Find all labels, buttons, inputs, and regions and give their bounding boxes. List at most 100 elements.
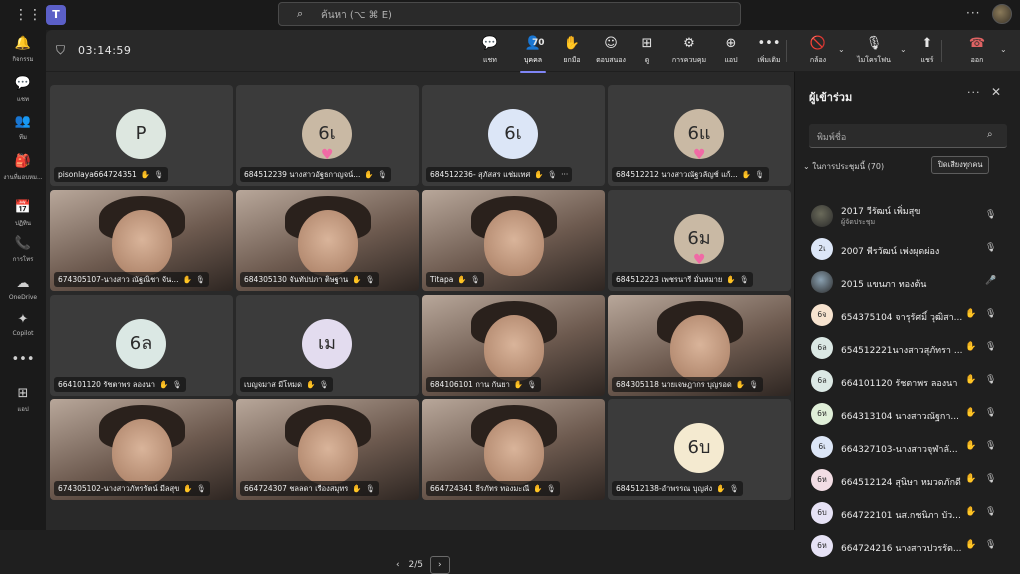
mic-off-icon[interactable]: 🎙 (985, 342, 996, 352)
participant-row[interactable]: 6ล 654512221นางสาวสุภัทรา ... ✋ 🎙 (795, 332, 1020, 365)
toolbar-people-button[interactable]: 👤 70 บุคคล (516, 36, 550, 73)
mic-off-icon[interactable]: 🎙 (985, 210, 996, 220)
toolbar-label: เพิ่มเติม (757, 56, 781, 64)
participant-tile[interactable]: 684305130 จันทัปปภา ติษฐาน ✋ 🎙 (236, 190, 419, 291)
participant-tile[interactable]: 684305118 นายเจษฎากร บุญรอด ✋ 🎙 (608, 295, 791, 396)
participant-name: 664722101 นส.กชนิภา บัว... (841, 511, 961, 521)
mic-off-icon[interactable]: 🎙 (985, 408, 996, 418)
participant-tile[interactable]: 664724307 ชลลดา เรืองสมุทร ✋ 🎙 (236, 399, 419, 500)
rail-item-chat[interactable]: 💬 แชท (0, 76, 46, 104)
profile-avatar[interactable] (992, 4, 1012, 24)
mic-off-icon[interactable]: 🎙 (985, 309, 996, 319)
participant-row[interactable]: 2017 วีรัฒน์ เพิ่มสุข ผู้จัดประชุม 🎙 (795, 200, 1020, 233)
participant-row[interactable]: 2015 แขนภา ทองต้น 🎤 (795, 266, 1020, 299)
mic-off-icon[interactable]: 🎙 (985, 375, 996, 385)
toolbar-leave-button[interactable]: ☎ ออก (962, 36, 992, 66)
participant-name: 2007 พีรวัฒน์ เพ่งผุดผ่อง (841, 247, 940, 257)
rail-item-copilot[interactable]: ✦ Copilot (0, 312, 46, 337)
participant-tile[interactable]: 684106101 กาน กันยา ✋ 🎙 (422, 295, 605, 396)
raise-hand-icon: ✋ (364, 170, 374, 179)
participant-tile[interactable]: 6แ ♥ 684512212 นางสาวณัฐวลัญช์ แก้... ✋ 🎙 (608, 85, 791, 186)
participant-tile[interactable]: 6ม ♥ 684512223 เพชรนารี มั่นหมาย ✋ 🎙 (608, 190, 791, 291)
heart-reaction-icon: ♥ (693, 147, 706, 163)
participant-avatar: 6เ (488, 109, 538, 159)
teams-logo-icon[interactable]: T (46, 5, 66, 25)
rail-item-onedrive[interactable]: ☁ OneDrive (0, 276, 46, 301)
toolbar-chat-button[interactable]: 💬 แชท (474, 36, 506, 66)
chat-icon: 💬 (14, 76, 32, 91)
more-options-icon[interactable]: ··· (966, 6, 980, 20)
mic-off-icon[interactable]: 🎙 (985, 474, 996, 484)
people-count: 70 (532, 38, 545, 48)
participant-row[interactable]: 6ล 664101120 รัชตาพร ลองนา ✋ 🎙 (795, 365, 1020, 398)
participant-tile[interactable]: 6เ ♥ 684512239 นางสาวอัฐธกาญจน์... ✋ 🎙 (236, 85, 419, 186)
video-feed-face (483, 419, 544, 486)
participant-row[interactable]: 6ห 664724216 นางสาวปวรรัต... ✋ 🎙 (795, 530, 1020, 563)
close-icon[interactable]: ✕ (991, 85, 1001, 99)
leave-options-caret-icon[interactable]: ⌄ (1000, 45, 1007, 54)
participant-name-tag: 664724341 ธีรภัทร ทองมะณี ✋ 🎙 (426, 481, 561, 496)
mute-all-button[interactable]: ปิดเสียงทุกคน (931, 156, 990, 174)
participant-row[interactable]: 6ห 664512124 สุนิษา หมวดภักดี ✋ 🎙 (795, 464, 1020, 497)
mic-off-icon: 🎙 (154, 170, 164, 179)
rail-item-apps[interactable]: ⊞ แอป (0, 386, 46, 414)
participant-tile[interactable]: 6บ 684512138-อำพรรณ บุญส่ง ✋ 🎙 (608, 399, 791, 500)
participant-name-tag: 684512212 นางสาวณัฐวลัญช์ แก้... ✋ 🎙 (612, 167, 769, 182)
mic-off-icon[interactable]: 🎙 (985, 507, 996, 517)
participant-row[interactable]: 6จ 654375104 จารุรัศมิ์ วุฒิสา... ✋ 🎙 (795, 299, 1020, 332)
participant-name: 2015 แขนภา ทองต้น (841, 280, 927, 290)
mic-off-icon: 🎙 (319, 380, 329, 389)
participant-search-input[interactable]: พิมพ์ชื่อ ⌕ (809, 124, 1007, 148)
toolbar-view-button[interactable]: ⊞ ดู (636, 36, 658, 66)
participant-tile[interactable]: Ppisonlaya664724351 ✋ 🎙 (50, 85, 233, 186)
participant-tile[interactable]: 6เ 684512236- สุภัสสร แช่มเทศ ✋ 🎙 ··· (422, 85, 605, 186)
section-toggle[interactable]: ⌄ ในการประชุมนี้ (70) (803, 160, 884, 173)
mic-options-caret-icon[interactable]: ⌄ (900, 45, 907, 54)
mic-off-icon: 🎙 (195, 275, 206, 284)
prev-page-icon[interactable]: ‹ (396, 560, 400, 570)
app-launcher-icon[interactable]: ⋮⋮⋮ (14, 7, 56, 23)
participant-row[interactable]: 6ห 664313104 นางสาวณัฐกา... ✋ 🎙 (795, 398, 1020, 431)
toolbar-share-button[interactable]: ⬆ แชร์ (912, 36, 942, 66)
rail-item-bell[interactable]: 🔔 กิจกรรม (0, 36, 46, 64)
toolbar-raise-button[interactable]: ✋ ยกมือ (558, 36, 586, 66)
rail-item-calendar[interactable]: 📅 ปฏิทิน (0, 200, 46, 228)
mic-off-icon[interactable]: 🎙 (985, 243, 996, 253)
participant-avatar: 6บ (674, 423, 724, 473)
toolbar-more-button[interactable]: ••• เพิ่มเติม (754, 36, 784, 66)
participant-row[interactable]: 2เ 2007 พีรวัฒน์ เพ่งผุดผ่อง 🎙 (795, 233, 1020, 266)
participant-name: 664724216 นางสาวปวรรัต... (841, 544, 962, 554)
participant-tile[interactable]: 674305102-นางสาวภัทรรัตน์ มีลสุข ✋ 🎙 (50, 399, 233, 500)
participant-name-tag: 684512239 นางสาวอัฐธกาญจน์... ✋ 🎙 (240, 167, 392, 182)
participant-tile[interactable]: เม เบญจมาส มีโหมด ✋ 🎙 (236, 295, 419, 396)
participant-row[interactable]: 6บ 664722101 นส.กชนิภา บัว... ✋ 🎙 (795, 497, 1020, 530)
rail-item-assignments[interactable]: 🎒 งานที่มอบหม... (0, 154, 46, 182)
camera-options-caret-icon[interactable]: ⌄ (838, 45, 845, 54)
participant-tile[interactable]: 674305107-นางสาว ณัฐณิชา จัน... ✋ 🎙 (50, 190, 233, 291)
toolbar-mic-button[interactable]: 🎙 ไมโครโฟน (852, 36, 896, 66)
toolbar-apps-button[interactable]: ⊕ แอป (718, 36, 744, 66)
chat-icon: 💬 (481, 36, 499, 51)
panel-more-icon[interactable]: ··· (967, 86, 981, 99)
mic-off-icon[interactable]: 🎙 (985, 441, 996, 451)
more-icon[interactable]: ··· (561, 170, 568, 179)
participant-tile[interactable]: Titapa ✋ 🎙 (422, 190, 605, 291)
rail-item-teams[interactable]: 👥 ทีม (0, 114, 46, 142)
next-page-button[interactable]: › (429, 556, 450, 574)
rail-item-calls[interactable]: 📞 การโทร (0, 236, 46, 264)
participant-avatar: 6ห (811, 535, 833, 557)
toolbar-react-button[interactable]: ☺ ตอบสนอง (592, 36, 630, 66)
toolbar-rooms-button[interactable]: ⚙ การควบคุม (668, 36, 710, 66)
shield-icon[interactable]: ⛉ (56, 43, 65, 58)
rail-item-more[interactable]: ••• (0, 352, 46, 368)
participant-tile[interactable]: 664724341 ธีรภัทร ทองมะณี ✋ 🎙 (422, 399, 605, 500)
mic-icon[interactable]: 🎤 (985, 276, 996, 286)
toolbar-camera-button[interactable]: 🚫 กล้อง (802, 36, 834, 66)
raise-hand-icon: ✋ (534, 170, 544, 179)
toolbar-label: ดู (644, 56, 650, 64)
toolbar-label: แชท (483, 56, 497, 64)
search-input[interactable]: ⌕ ค้นหา (⌥ ⌘ E) (278, 2, 741, 26)
mic-off-icon[interactable]: 🎙 (985, 540, 996, 550)
participant-row[interactable]: 6เ 664327103-นางสาวจุฬาลั... ✋ 🎙 (795, 431, 1020, 464)
participant-tile[interactable]: 6ล 664101120 รัชตาพร ลองนา ✋ 🎙 (50, 295, 233, 396)
